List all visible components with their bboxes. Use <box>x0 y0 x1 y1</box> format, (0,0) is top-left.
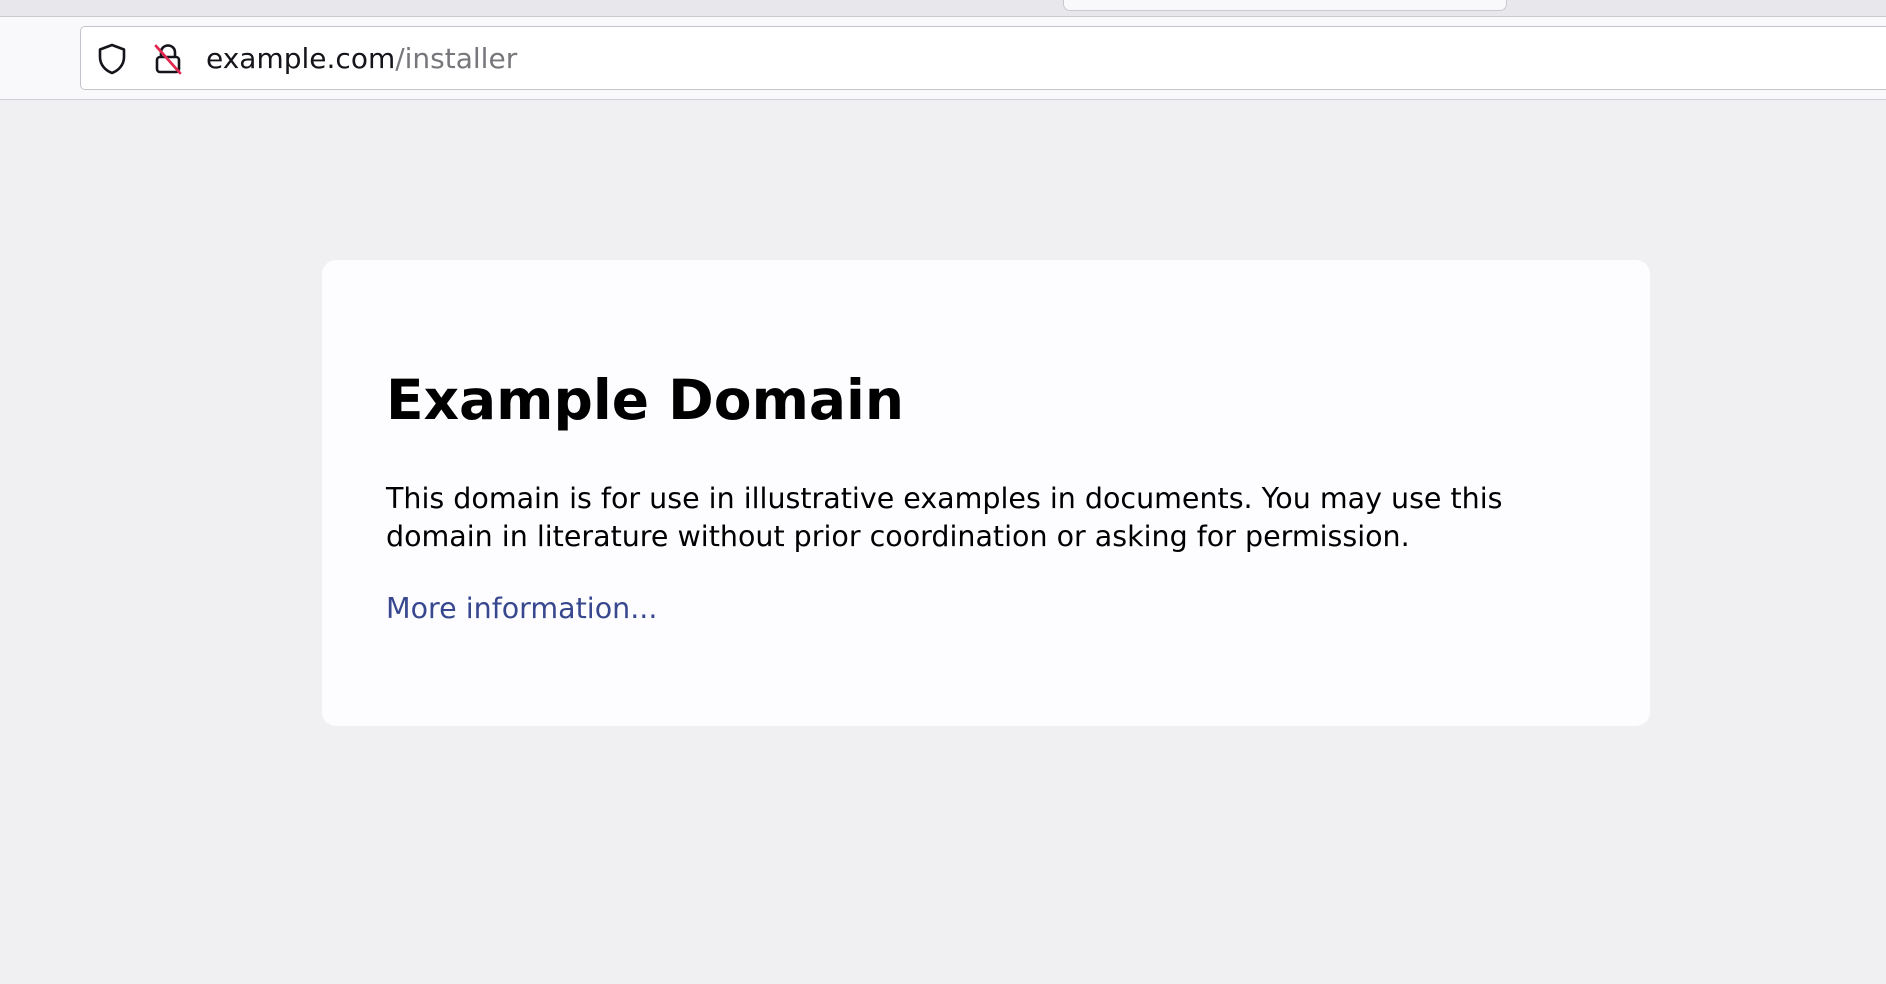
url-path: /installer <box>395 42 518 75</box>
insecure-lock-icon[interactable] <box>151 42 185 76</box>
more-information-link[interactable]: More information... <box>386 590 657 628</box>
page-title: Example Domain <box>386 368 905 432</box>
description-paragraph: This domain is for use in illustrative e… <box>386 482 1503 553</box>
navigation-toolbar: example.com/installer <box>0 17 1886 100</box>
content-card: Example Domain This domain is for use in… <box>322 260 1650 726</box>
shield-icon[interactable] <box>95 42 129 76</box>
browser-tab[interactable] <box>1063 0 1507 11</box>
url-text[interactable]: example.com/installer <box>206 40 517 78</box>
address-bar[interactable]: example.com/installer <box>80 26 1886 90</box>
url-host: example.com <box>206 42 396 75</box>
tab-strip <box>0 0 1886 17</box>
